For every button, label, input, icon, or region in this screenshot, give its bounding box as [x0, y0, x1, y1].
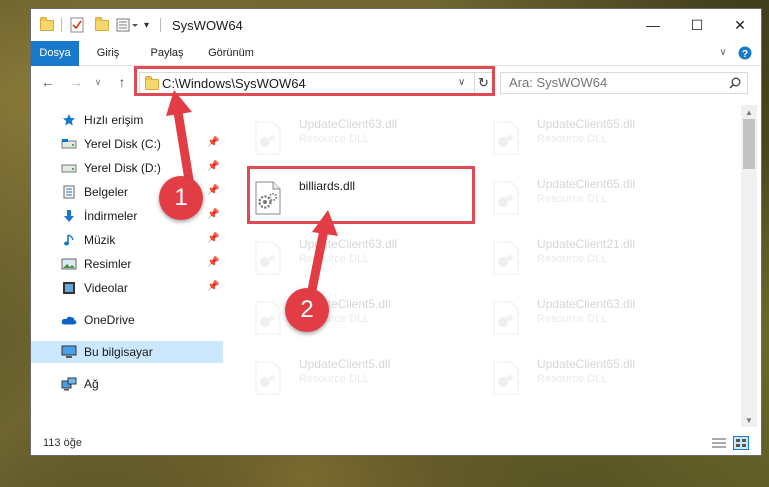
- step-2-badge: 2: [285, 288, 329, 332]
- arrow-head-icon: [312, 210, 338, 236]
- step-1-badge: 1: [159, 176, 203, 220]
- arrow-head-icon: [166, 90, 192, 116]
- annotation-arrows: [166, 90, 338, 295]
